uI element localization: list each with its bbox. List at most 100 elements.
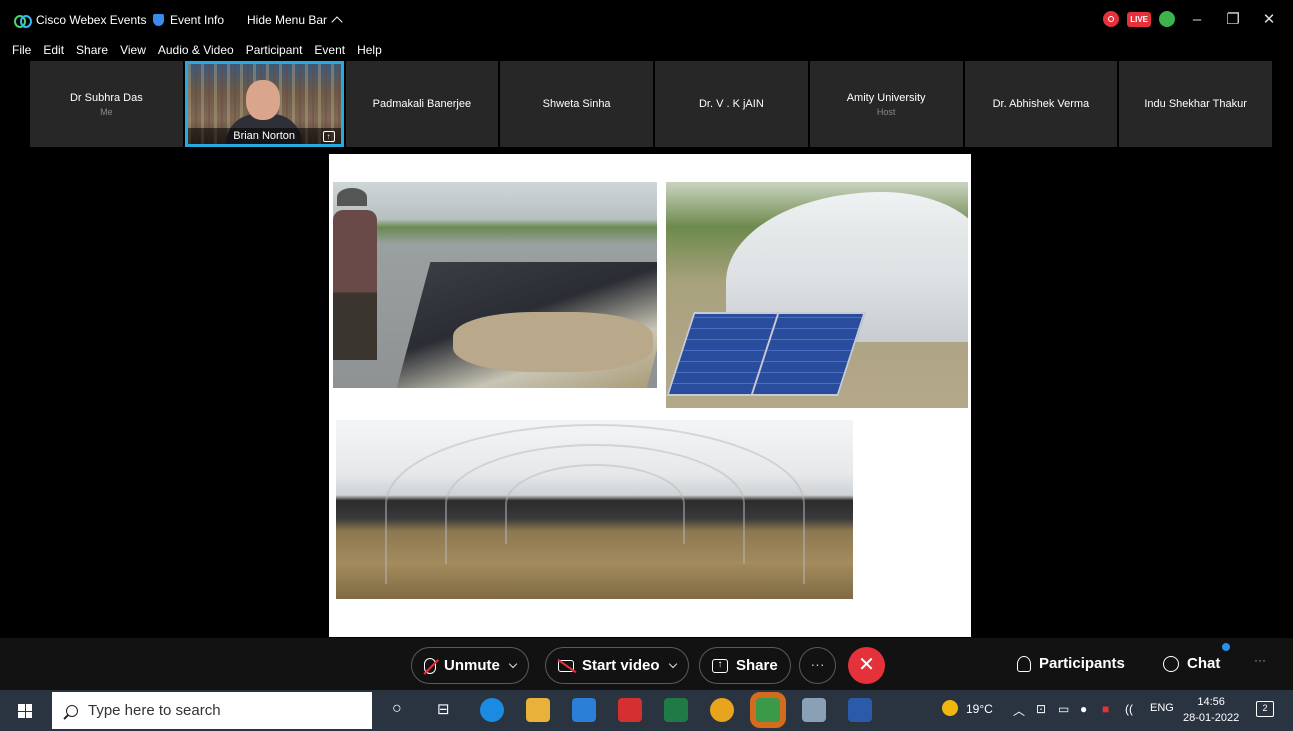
app-name: Cisco Webex Events bbox=[36, 13, 147, 27]
shield-icon bbox=[153, 14, 164, 26]
more-options-button[interactable]: ··· bbox=[799, 647, 836, 684]
restore-button[interactable]: ❐ bbox=[1219, 10, 1247, 28]
cortana-icon[interactable]: ○ bbox=[392, 700, 402, 718]
edge-icon[interactable] bbox=[480, 698, 504, 722]
participants-icon bbox=[1017, 655, 1031, 672]
chat-icon bbox=[1163, 655, 1179, 672]
participant-tile[interactable]: Dr. V . K jAIN bbox=[655, 61, 808, 147]
participant-name: Dr. V . K jAIN bbox=[698, 98, 764, 110]
search-placeholder: Type here to search bbox=[88, 702, 221, 719]
weather-temp[interactable]: 19°C bbox=[966, 702, 993, 716]
shared-slide bbox=[329, 154, 971, 637]
meeting-controls: Unmute Start video ↑ Share ··· ✕ Partici… bbox=[0, 638, 1293, 690]
webex-taskbar-icon[interactable] bbox=[750, 692, 786, 728]
chevron-up-icon bbox=[331, 16, 343, 28]
share-button[interactable]: ↑ Share bbox=[699, 647, 791, 684]
participant-name: Dr Subhra Das bbox=[69, 91, 143, 104]
participant-tile[interactable]: Shweta Sinha bbox=[500, 61, 653, 147]
participants-label: Participants bbox=[1039, 655, 1125, 672]
participant-strip: Dr Subhra Das Me Brian Norton ↑ Padmakal… bbox=[30, 61, 1272, 147]
file-explorer-icon[interactable] bbox=[526, 698, 550, 722]
participant-name: Shweta Sinha bbox=[542, 98, 611, 110]
paint-icon[interactable] bbox=[802, 698, 826, 722]
chevron-down-icon[interactable] bbox=[668, 659, 677, 668]
participant-name: Dr. Abhishek Verma bbox=[992, 98, 1090, 110]
weather-icon[interactable] bbox=[942, 700, 958, 716]
meet-now-icon[interactable]: ⊡ bbox=[1036, 702, 1046, 716]
word-icon[interactable] bbox=[848, 698, 872, 722]
participant-tile[interactable]: Dr. Abhishek Verma bbox=[964, 61, 1118, 147]
microphone-muted-icon bbox=[424, 657, 436, 674]
tunnel-arch bbox=[504, 464, 685, 544]
participant-role: Me bbox=[100, 106, 113, 117]
worker-hat bbox=[337, 188, 367, 206]
speaker-head bbox=[245, 80, 280, 120]
panel-options-button[interactable]: ··· bbox=[1254, 653, 1266, 667]
title-bar-right: LIVE – ❐ ✕ bbox=[1103, 10, 1283, 28]
minimize-button[interactable]: – bbox=[1183, 11, 1211, 28]
taskbar-search-box[interactable]: Type here to search bbox=[52, 692, 372, 729]
participant-name: Indu Shekhar Thakur bbox=[1144, 98, 1247, 110]
task-view-icon[interactable]: ⊟ bbox=[437, 700, 450, 718]
app-title: Cisco Webex Events bbox=[14, 13, 147, 28]
participant-name: Padmakali Banerjee bbox=[372, 98, 472, 110]
worker bbox=[333, 210, 377, 360]
search-icon bbox=[66, 704, 78, 717]
participant-tile[interactable]: Amity University Host bbox=[809, 61, 963, 147]
system-clock[interactable]: 14:56 28-01-2022 bbox=[1183, 694, 1239, 726]
windows-taskbar: Type here to search ○ ⊟ 19°C ︿ ⊡ ▭ ● ■ (… bbox=[0, 690, 1293, 731]
acrobat-icon[interactable] bbox=[618, 698, 642, 722]
menu-share[interactable]: Share bbox=[76, 43, 108, 57]
recording-icon[interactable] bbox=[1103, 11, 1120, 27]
menu-event[interactable]: Event bbox=[314, 43, 345, 57]
network-health-icon[interactable] bbox=[1159, 11, 1175, 27]
chevron-down-icon[interactable] bbox=[508, 659, 518, 668]
share-label: Share bbox=[736, 657, 778, 674]
mail-icon[interactable] bbox=[572, 698, 596, 722]
security-tray-icon[interactable]: ■ bbox=[1102, 702, 1109, 716]
unmute-button[interactable]: Unmute bbox=[411, 647, 529, 684]
notifications-icon[interactable]: 2 bbox=[1256, 701, 1274, 717]
leave-meeting-button[interactable]: ✕ bbox=[848, 647, 885, 684]
chat-button[interactable]: Chat bbox=[1163, 655, 1220, 672]
video-name-label: Brian Norton bbox=[187, 128, 341, 144]
menu-bar: File Edit Share View Audio & Video Parti… bbox=[0, 40, 382, 60]
participant-tile[interactable]: Indu Shekhar Thakur bbox=[1119, 61, 1272, 147]
start-video-button[interactable]: Start video bbox=[545, 647, 689, 684]
menu-help[interactable]: Help bbox=[357, 43, 382, 57]
event-info-button[interactable]: Event Info bbox=[153, 13, 224, 27]
hide-menu-bar-button[interactable]: Hide Menu Bar bbox=[247, 13, 343, 28]
menu-file[interactable]: File bbox=[12, 43, 31, 57]
chat-label: Chat bbox=[1187, 655, 1221, 672]
show-hidden-icons-chevron-icon[interactable]: ︿ bbox=[1013, 702, 1025, 719]
participant-role: Host bbox=[876, 106, 896, 117]
participant-video-tile[interactable]: Brian Norton ↑ bbox=[184, 61, 344, 147]
language-indicator[interactable]: ENG bbox=[1150, 702, 1174, 714]
menu-view[interactable]: View bbox=[120, 43, 146, 57]
menu-audio-video[interactable]: Audio & Video bbox=[158, 43, 234, 57]
menu-edit[interactable]: Edit bbox=[43, 43, 64, 57]
close-window-button[interactable]: ✕ bbox=[1255, 10, 1283, 28]
participant-name: Amity University bbox=[846, 91, 926, 104]
chat-notification-dot bbox=[1222, 643, 1230, 651]
clock-time: 14:56 bbox=[1197, 696, 1225, 708]
clock-date: 28-01-2022 bbox=[1183, 712, 1240, 724]
participant-tile[interactable]: Padmakali Banerjee bbox=[345, 61, 499, 147]
wifi-icon[interactable]: (( bbox=[1125, 702, 1133, 716]
sharing-icon: ↑ bbox=[322, 131, 335, 142]
live-badge: LIVE bbox=[1127, 11, 1151, 27]
grain-pile bbox=[453, 312, 653, 372]
event-info-label: Event Info bbox=[170, 13, 225, 27]
chrome-icon[interactable] bbox=[710, 698, 734, 722]
camera-off-icon bbox=[558, 659, 574, 672]
participants-button[interactable]: Participants bbox=[1017, 655, 1125, 672]
participant-tile[interactable]: Dr Subhra Das Me bbox=[30, 61, 183, 147]
microphone-tray-icon[interactable]: ● bbox=[1080, 702, 1087, 716]
title-bar: Cisco Webex Events Event Info Hide Menu … bbox=[0, 0, 1293, 40]
excel-icon[interactable] bbox=[664, 698, 688, 722]
battery-icon[interactable]: ▭ bbox=[1058, 702, 1069, 716]
windows-start-icon[interactable] bbox=[18, 704, 32, 718]
menu-participant[interactable]: Participant bbox=[246, 43, 303, 57]
slide-photo-solar-dryer bbox=[666, 182, 968, 408]
start-video-label: Start video bbox=[582, 657, 660, 674]
